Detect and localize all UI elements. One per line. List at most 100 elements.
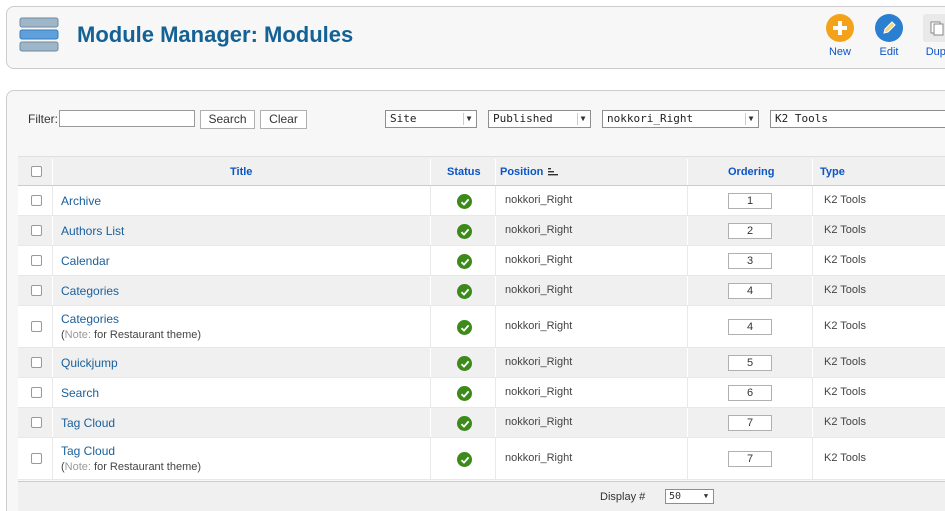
ordering-input[interactable] bbox=[728, 385, 772, 401]
row-checkbox[interactable] bbox=[31, 417, 42, 428]
row-checkbox[interactable] bbox=[31, 285, 42, 296]
module-position: nokkori_Right bbox=[505, 284, 573, 296]
new-button[interactable]: New bbox=[815, 14, 865, 58]
module-type: K2 Tools bbox=[824, 356, 866, 368]
module-type: K2 Tools bbox=[824, 284, 866, 296]
display-limit-select[interactable]: 50 ▼ bbox=[665, 489, 714, 504]
chevron-down-icon: ▼ bbox=[577, 113, 588, 125]
column-ordering[interactable]: Ordering bbox=[728, 157, 774, 187]
ordering-input[interactable] bbox=[728, 355, 772, 371]
ordering-input[interactable] bbox=[728, 193, 772, 209]
row-checkbox[interactable] bbox=[31, 321, 42, 332]
module-note: (Note: for Restaurant theme) bbox=[61, 329, 202, 341]
ordering-input[interactable] bbox=[728, 451, 772, 467]
position-select-value: nokkori_Right bbox=[607, 112, 694, 125]
pencil-icon bbox=[875, 14, 903, 42]
table-row: Quickjump nokkori_Right K2 Tools bbox=[18, 348, 945, 378]
module-position: nokkori_Right bbox=[505, 416, 573, 428]
row-checkbox[interactable] bbox=[31, 387, 42, 398]
clear-button[interactable]: Clear bbox=[260, 110, 307, 129]
filter-label: Filter: bbox=[28, 112, 58, 126]
published-check-icon[interactable] bbox=[457, 416, 472, 431]
module-type: K2 Tools bbox=[824, 254, 866, 266]
module-type: K2 Tools bbox=[824, 224, 866, 236]
module-title-link[interactable]: Search bbox=[61, 386, 99, 400]
search-button[interactable]: Search bbox=[200, 110, 255, 129]
display-label: Display # bbox=[600, 491, 646, 503]
published-check-icon[interactable] bbox=[457, 254, 472, 269]
select-all-checkbox[interactable] bbox=[31, 166, 42, 177]
type-select[interactable]: K2 Tools bbox=[770, 110, 945, 128]
module-title-link[interactable]: Authors List bbox=[61, 224, 124, 238]
chevron-down-icon: ▼ bbox=[463, 113, 474, 125]
page-title: Module Manager: Modules bbox=[77, 22, 354, 47]
plus-icon bbox=[826, 14, 854, 42]
position-select[interactable]: nokkori_Right ▼ bbox=[602, 110, 759, 128]
table-footer: Display # 50 ▼ bbox=[18, 481, 945, 511]
module-position: nokkori_Right bbox=[505, 254, 573, 266]
module-position: nokkori_Right bbox=[505, 320, 573, 332]
sort-icon bbox=[548, 168, 559, 176]
module-title-link[interactable]: Tag Cloud bbox=[61, 444, 115, 458]
row-checkbox[interactable] bbox=[31, 453, 42, 464]
module-title-link[interactable]: Tag Cloud bbox=[61, 416, 115, 430]
ordering-input[interactable] bbox=[728, 415, 772, 431]
table-row: Authors List nokkori_Right K2 Tools bbox=[18, 216, 945, 246]
note-key: Note: bbox=[64, 461, 91, 473]
module-title-link[interactable]: Archive bbox=[61, 194, 101, 208]
state-select[interactable]: Published ▼ bbox=[488, 110, 591, 128]
edit-button[interactable]: Edit bbox=[864, 14, 914, 58]
module-position: nokkori_Right bbox=[505, 386, 573, 398]
module-title-link[interactable]: Calendar bbox=[61, 254, 110, 268]
published-check-icon[interactable] bbox=[457, 356, 472, 371]
published-check-icon[interactable] bbox=[457, 386, 472, 401]
duplicate-button[interactable]: Dupl bbox=[912, 14, 945, 58]
edit-label: Edit bbox=[879, 46, 899, 58]
module-title-link[interactable]: Categories bbox=[61, 284, 119, 298]
table-row: Categories nokkori_Right K2 Tools bbox=[18, 276, 945, 306]
ordering-input[interactable] bbox=[728, 319, 772, 335]
site-select[interactable]: Site ▼ bbox=[385, 110, 477, 128]
published-check-icon[interactable] bbox=[457, 284, 472, 299]
module-position: nokkori_Right bbox=[505, 356, 573, 368]
type-select-value: K2 Tools bbox=[775, 112, 828, 125]
column-position[interactable]: Position bbox=[500, 157, 559, 187]
display-limit-value: 50 bbox=[669, 491, 682, 502]
column-title[interactable]: Title bbox=[230, 157, 252, 187]
module-type: K2 Tools bbox=[824, 320, 866, 332]
row-checkbox[interactable] bbox=[31, 195, 42, 206]
module-title-link[interactable]: Categories bbox=[61, 312, 119, 326]
table-row: Tag Cloud nokkori_Right K2 Tools bbox=[18, 408, 945, 438]
chevron-down-icon: ▼ bbox=[745, 113, 756, 125]
state-select-value: Published bbox=[493, 112, 553, 125]
module-position: nokkori_Right bbox=[505, 194, 573, 206]
row-checkbox[interactable] bbox=[31, 225, 42, 236]
new-label: New bbox=[828, 46, 851, 58]
row-checkbox[interactable] bbox=[31, 357, 42, 368]
filter-input[interactable] bbox=[59, 110, 195, 127]
published-check-icon[interactable] bbox=[457, 320, 472, 335]
note-text: for Restaurant theme bbox=[94, 329, 198, 341]
row-checkbox[interactable] bbox=[31, 255, 42, 266]
note-key: Note: bbox=[64, 329, 91, 341]
copy-icon bbox=[923, 14, 945, 42]
module-type: K2 Tools bbox=[824, 452, 866, 464]
table-row: Tag Cloud (Note: for Restaurant theme) nok… bbox=[18, 438, 945, 480]
ordering-input[interactable] bbox=[728, 283, 772, 299]
published-check-icon[interactable] bbox=[457, 452, 472, 467]
note-text: for Restaurant theme bbox=[94, 461, 198, 473]
column-position-label: Position bbox=[500, 166, 544, 178]
column-type[interactable]: Type bbox=[820, 157, 845, 187]
published-check-icon[interactable] bbox=[457, 194, 472, 209]
module-position: nokkori_Right bbox=[505, 452, 573, 464]
module-manager-icon bbox=[19, 17, 59, 52]
ordering-input[interactable] bbox=[728, 253, 772, 269]
ordering-input[interactable] bbox=[728, 223, 772, 239]
table-row: Categories (Note: for Restaurant theme) no… bbox=[18, 306, 945, 348]
table-header: Title Status Position Ordering Type bbox=[18, 156, 945, 186]
module-type: K2 Tools bbox=[824, 416, 866, 428]
column-status[interactable]: Status bbox=[447, 157, 481, 187]
published-check-icon[interactable] bbox=[457, 224, 472, 239]
module-title-link[interactable]: Quickjump bbox=[61, 356, 118, 370]
chevron-down-icon: ▼ bbox=[703, 492, 709, 500]
